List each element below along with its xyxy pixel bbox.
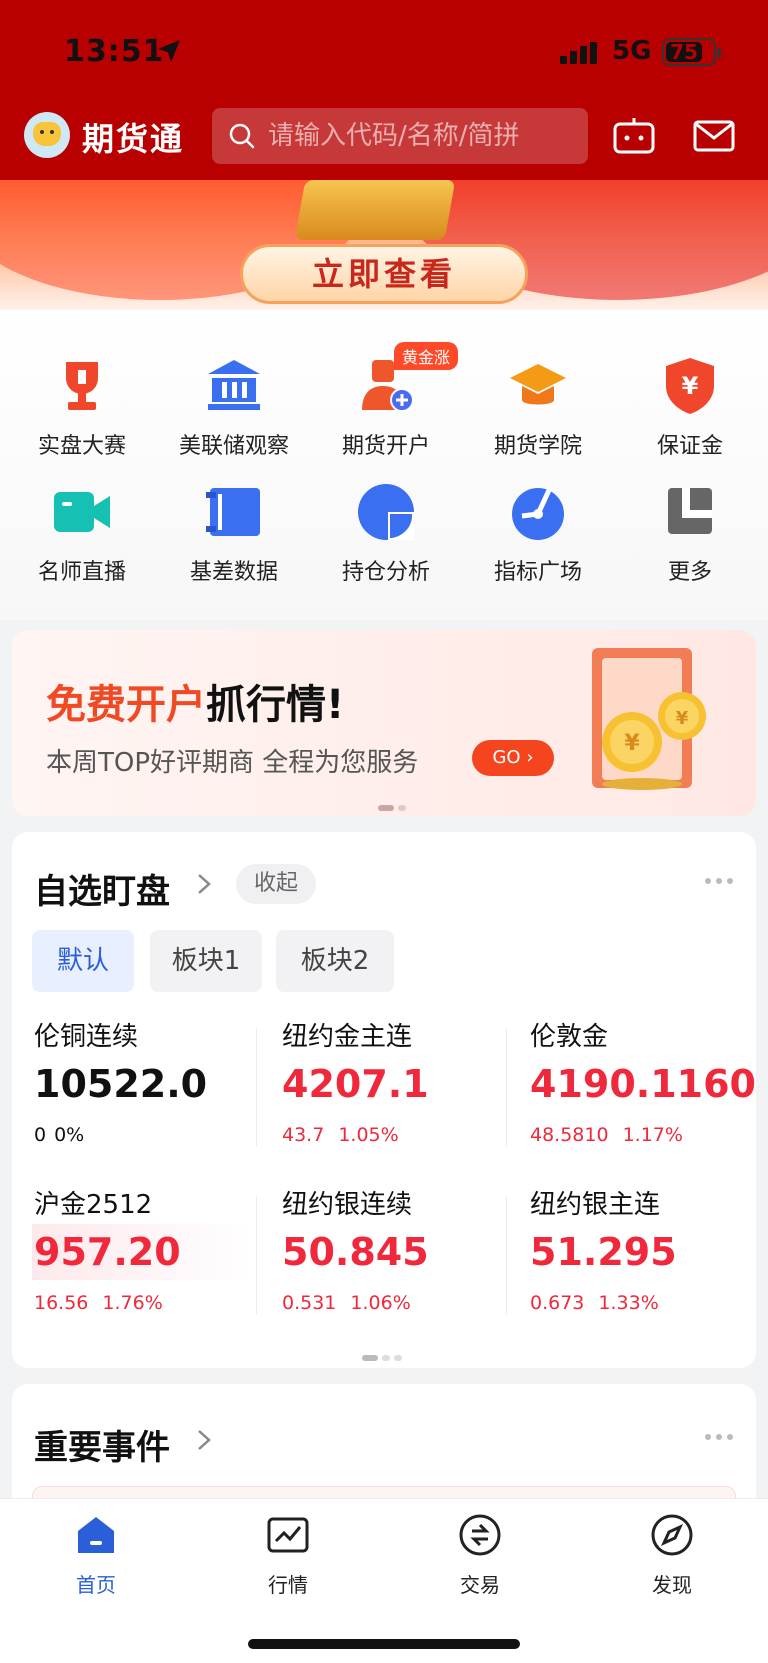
quote-item[interactable]: 伦敦金 4190.1160 48.5810 1.17% — [530, 1016, 760, 1166]
quote-item[interactable]: 沪金2512 957.20 16.56 1.76% — [32, 1184, 264, 1334]
robot-icon[interactable] — [612, 116, 656, 156]
status-time: 13:51 — [64, 34, 165, 69]
events-title[interactable]: 重要事件 — [34, 1420, 170, 1469]
tab-home[interactable]: 首页 — [36, 1513, 156, 1597]
divider — [256, 1196, 257, 1314]
gold-bars-image — [294, 180, 456, 240]
tab-discover[interactable]: 发现 — [612, 1513, 732, 1597]
trade-icon — [459, 1514, 501, 1556]
divider — [256, 1028, 257, 1146]
gold-coins-image: ¥ ¥ — [592, 648, 706, 790]
bottom-tab-bar: 首页 行情 交易 发现 — [0, 1498, 768, 1663]
tab-sector-1[interactable]: 板块1 — [150, 930, 262, 992]
grid-item-academy[interactable]: 期货学院 — [462, 356, 614, 476]
app-logo — [24, 112, 70, 158]
divider — [506, 1028, 507, 1146]
signal-icon — [560, 42, 597, 64]
svg-text:¥: ¥ — [676, 708, 689, 729]
search-bar[interactable] — [212, 108, 588, 164]
watchlist-title[interactable]: 自选盯盘 — [34, 864, 170, 913]
quote-item[interactable]: 纽约银连续 50.845 0.531 1.06% — [282, 1184, 512, 1334]
open-account-promo-card[interactable]: 免费开户抓行情! 本周TOP好评期商 全程为您服务 GO › ¥ ¥ — [12, 630, 756, 816]
yuan-shield-icon: ¥ — [666, 358, 714, 414]
quick-entry-grid: 实盘大赛 美联储观察 黄金涨 期货开户 期货学院 ¥ 保证金 名师直播 基差数据… — [0, 310, 768, 620]
svg-text:¥: ¥ — [624, 731, 640, 756]
compass-icon — [651, 1514, 693, 1556]
carousel-dots — [378, 796, 410, 815]
home-indicator — [248, 1639, 520, 1649]
more-dots-icon[interactable] — [704, 1432, 734, 1442]
status-bar: 13:51 5G 75 — [0, 28, 768, 76]
tab-sector-2[interactable]: 板块2 — [276, 930, 394, 992]
svg-text:¥: ¥ — [682, 372, 699, 400]
collapse-button[interactable]: 收起 — [236, 864, 316, 904]
gauge-icon — [512, 486, 564, 540]
tab-default[interactable]: 默认 — [32, 930, 134, 992]
chevron-right-icon[interactable] — [194, 1428, 214, 1452]
promo-title: 免费开户抓行情! — [46, 682, 345, 728]
grid-item-basis-data[interactable]: 基差数据 — [158, 482, 310, 602]
tab-market[interactable]: 行情 — [228, 1513, 348, 1597]
grid-item-live[interactable]: 名师直播 — [6, 482, 158, 602]
pie-chart-icon — [358, 484, 414, 540]
video-camera-icon — [54, 492, 110, 532]
battery-level: 75 — [670, 40, 698, 64]
more-squares-icon — [668, 488, 712, 534]
app-header: 13:51 5G 75 期货通 — [0, 0, 768, 180]
gold-rise-badge: 黄金涨 — [394, 342, 459, 370]
market-chart-icon — [267, 1517, 309, 1553]
grid-item-contest[interactable]: 实盘大赛 — [6, 356, 158, 476]
location-arrow-icon — [158, 40, 180, 62]
quote-item[interactable]: 伦铜连续 10522.0 0 0% — [34, 1016, 264, 1166]
data-book-icon — [206, 488, 260, 536]
trophy-icon — [66, 362, 98, 410]
go-button[interactable]: GO › — [472, 740, 554, 776]
quote-item[interactable]: 纽约银主连 51.295 0.673 1.33% — [530, 1184, 760, 1334]
more-dots-icon[interactable] — [704, 876, 734, 886]
chevron-right-icon[interactable] — [194, 872, 214, 896]
quote-item[interactable]: 纽约金主连 4207.1 43.7 1.05% — [282, 1016, 512, 1166]
home-icon — [78, 1517, 114, 1553]
promo-banner[interactable]: 立即查看 — [0, 180, 768, 310]
grid-item-margin[interactable]: ¥ 保证金 — [614, 356, 766, 476]
bank-icon — [208, 360, 260, 410]
page-indicator — [362, 1346, 406, 1365]
view-now-button[interactable]: 立即查看 — [240, 244, 528, 304]
grid-item-open-account[interactable]: 黄金涨 期货开户 — [310, 342, 462, 476]
grid-item-fed-watch[interactable]: 美联储观察 — [158, 356, 310, 476]
network-type: 5G — [612, 36, 652, 66]
promo-subtitle: 本周TOP好评期商 全程为您服务 — [46, 748, 419, 778]
grid-item-position-analysis[interactable]: 持仓分析 — [310, 482, 462, 602]
search-icon — [229, 123, 255, 149]
grid-item-indicator-square[interactable]: 指标广场 — [462, 482, 614, 602]
graduation-cap-icon — [510, 364, 566, 405]
battery-icon: 75 — [662, 38, 721, 66]
search-input[interactable] — [268, 108, 578, 164]
tab-trade[interactable]: 交易 — [420, 1513, 540, 1597]
mail-icon[interactable] — [692, 116, 736, 156]
watchlist-card: 自选盯盘 收起 默认 板块1 板块2 伦铜连续 10522.0 0 0% 纽约金主… — [12, 832, 756, 1368]
grid-item-more[interactable]: 更多 — [614, 482, 766, 602]
app-title: 期货通 — [82, 120, 185, 158]
divider — [506, 1196, 507, 1314]
